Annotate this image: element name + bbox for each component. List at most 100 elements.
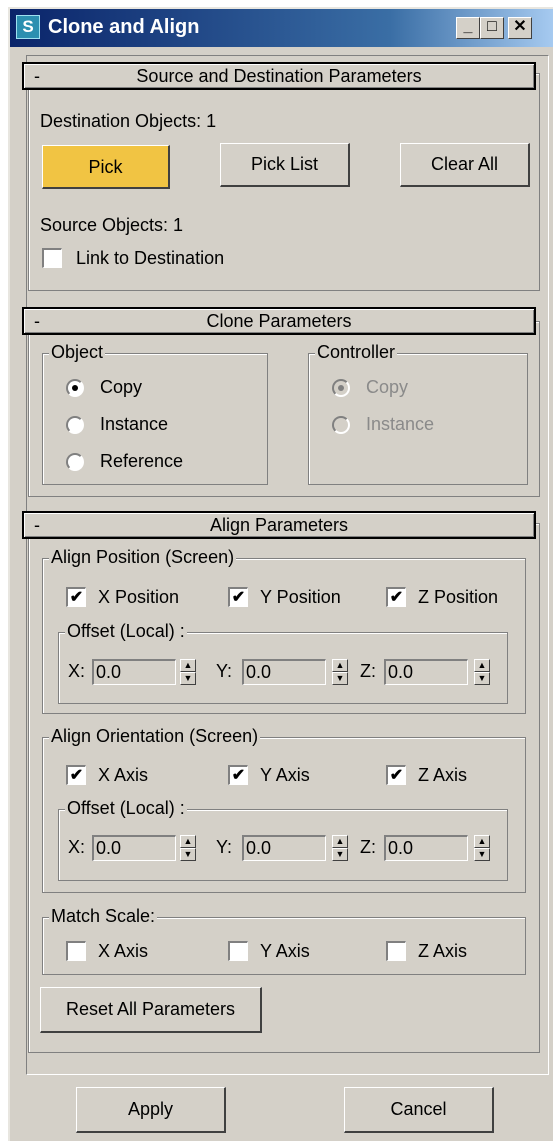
checkmark-icon: ✔ bbox=[231, 767, 246, 784]
pos-y-spinner[interactable]: ▲ ▼ bbox=[332, 659, 348, 685]
controller-instance-radio[interactable] bbox=[332, 416, 350, 434]
z-position-checkbox[interactable]: ✔ bbox=[386, 587, 406, 607]
controller-instance-label: Instance bbox=[366, 414, 435, 434]
source-destination-title: Source and Destination Parameters bbox=[136, 66, 422, 86]
orient-z-spinner[interactable]: ▲ ▼ bbox=[474, 835, 490, 861]
app-s-icon: S bbox=[16, 15, 40, 39]
object-group-title: Object bbox=[49, 342, 106, 363]
spin-up-icon: ▲ bbox=[332, 835, 348, 848]
controller-group-title: Controller bbox=[315, 342, 398, 363]
spin-up-icon: ▲ bbox=[332, 659, 348, 672]
orientation-offset-title: Offset (Local) : bbox=[65, 798, 187, 819]
close-button[interactable]: ✕ bbox=[508, 17, 532, 39]
pos-y-offset-input[interactable]: 0.0 bbox=[242, 659, 326, 685]
close-icon: ✕ bbox=[513, 18, 527, 35]
align-parameters-title: Align Parameters bbox=[209, 515, 349, 535]
y-position-label: Y Position bbox=[260, 587, 341, 607]
x-position-checkbox[interactable]: ✔ bbox=[66, 587, 86, 607]
pick-list-button[interactable]: Pick List bbox=[220, 143, 350, 187]
spin-up-icon: ▲ bbox=[180, 659, 196, 672]
minimize-button[interactable]: _ bbox=[456, 17, 480, 39]
pick-button[interactable]: Pick bbox=[42, 145, 170, 189]
x-axis-scale-checkbox[interactable] bbox=[66, 941, 86, 961]
pos-x-offset-input[interactable]: 0.0 bbox=[92, 659, 176, 685]
window-title: Clone and Align bbox=[48, 16, 200, 38]
spin-down-icon: ▼ bbox=[180, 848, 196, 861]
pos-x-spinner[interactable]: ▲ ▼ bbox=[180, 659, 196, 685]
clear-all-button[interactable]: Clear All bbox=[400, 143, 530, 187]
controller-copy-label: Copy bbox=[366, 377, 409, 397]
pos-z-label: Z: bbox=[360, 661, 376, 681]
controller-copy-radio[interactable] bbox=[332, 379, 350, 397]
y-axis-scale-label: Y Axis bbox=[260, 941, 310, 961]
position-offset-title: Offset (Local) : bbox=[65, 621, 187, 642]
source-objects-label: Source Objects: 1 bbox=[40, 215, 184, 235]
pos-x-label: X: bbox=[68, 661, 86, 681]
title-bar[interactable]: S Clone and Align _ □ ✕ bbox=[10, 9, 553, 47]
z-axis-orient-label: Z Axis bbox=[418, 765, 468, 785]
match-scale-title: Match Scale: bbox=[49, 906, 158, 927]
x-position-label: X Position bbox=[98, 587, 180, 607]
x-axis-orient-checkbox[interactable]: ✔ bbox=[66, 765, 86, 785]
orient-z-label: Z: bbox=[360, 837, 376, 857]
orient-x-offset-input[interactable]: 0.0 bbox=[92, 835, 176, 861]
spin-up-icon: ▲ bbox=[474, 835, 490, 848]
y-axis-orient-checkbox[interactable]: ✔ bbox=[228, 765, 248, 785]
z-axis-orient-checkbox[interactable]: ✔ bbox=[386, 765, 406, 785]
clone-parameters-header[interactable]: - Clone Parameters bbox=[22, 307, 536, 335]
object-copy-radio[interactable] bbox=[66, 379, 84, 397]
checkmark-icon: ✔ bbox=[69, 589, 84, 606]
x-axis-orient-label: X Axis bbox=[98, 765, 149, 785]
checkmark-icon: ✔ bbox=[69, 767, 84, 784]
object-instance-radio[interactable] bbox=[66, 416, 84, 434]
minimize-icon: _ bbox=[463, 18, 473, 35]
y-axis-scale-checkbox[interactable] bbox=[228, 941, 248, 961]
object-instance-label: Instance bbox=[100, 414, 169, 434]
orient-y-spinner[interactable]: ▲ ▼ bbox=[332, 835, 348, 861]
maximize-icon: □ bbox=[487, 18, 497, 35]
orient-x-spinner[interactable]: ▲ ▼ bbox=[180, 835, 196, 861]
align-position-title: Align Position (Screen) bbox=[49, 547, 237, 568]
link-to-destination-checkbox[interactable] bbox=[42, 248, 62, 268]
orient-x-label: X: bbox=[68, 837, 86, 857]
z-position-label: Z Position bbox=[418, 587, 499, 607]
z-axis-scale-checkbox[interactable] bbox=[386, 941, 406, 961]
orient-y-offset-input[interactable]: 0.0 bbox=[242, 835, 326, 861]
orient-z-offset-input[interactable]: 0.0 bbox=[384, 835, 468, 861]
reset-all-parameters-button[interactable]: Reset All Parameters bbox=[40, 987, 262, 1033]
object-reference-label: Reference bbox=[100, 451, 184, 471]
orient-y-label: Y: bbox=[216, 837, 233, 857]
align-parameters-header[interactable]: - Align Parameters bbox=[22, 511, 536, 539]
pos-y-label: Y: bbox=[216, 661, 233, 681]
spin-down-icon: ▼ bbox=[474, 848, 490, 861]
checkmark-icon: ✔ bbox=[389, 767, 404, 784]
z-axis-scale-label: Z Axis bbox=[418, 941, 468, 961]
spin-up-icon: ▲ bbox=[180, 835, 196, 848]
x-axis-scale-label: X Axis bbox=[98, 941, 149, 961]
align-orientation-title: Align Orientation (Screen) bbox=[49, 726, 261, 747]
cancel-button[interactable]: Cancel bbox=[344, 1087, 494, 1133]
maximize-button[interactable]: □ bbox=[480, 17, 504, 39]
spin-down-icon: ▼ bbox=[332, 848, 348, 861]
spin-down-icon: ▼ bbox=[474, 672, 490, 685]
checkmark-icon: ✔ bbox=[389, 589, 404, 606]
clone-and-align-window: S Clone and Align _ □ ✕ - Source and Des… bbox=[8, 7, 553, 1141]
object-copy-label: Copy bbox=[100, 377, 143, 397]
collapse-icon: - bbox=[34, 311, 40, 331]
pos-z-offset-input[interactable]: 0.0 bbox=[384, 659, 468, 685]
y-position-checkbox[interactable]: ✔ bbox=[228, 587, 248, 607]
spin-up-icon: ▲ bbox=[474, 659, 490, 672]
link-to-destination-label: Link to Destination bbox=[76, 248, 225, 268]
checkmark-icon: ✔ bbox=[231, 589, 246, 606]
apply-button[interactable]: Apply bbox=[76, 1087, 226, 1133]
object-reference-radio[interactable] bbox=[66, 453, 84, 471]
destination-objects-label: Destination Objects: 1 bbox=[40, 111, 217, 131]
source-destination-header[interactable]: - Source and Destination Parameters bbox=[22, 62, 536, 90]
pos-z-spinner[interactable]: ▲ ▼ bbox=[474, 659, 490, 685]
clone-parameters-title: Clone Parameters bbox=[206, 311, 352, 331]
spin-down-icon: ▼ bbox=[180, 672, 196, 685]
collapse-icon: - bbox=[34, 66, 40, 86]
spin-down-icon: ▼ bbox=[332, 672, 348, 685]
collapse-icon: - bbox=[34, 515, 40, 535]
y-axis-orient-label: Y Axis bbox=[260, 765, 310, 785]
